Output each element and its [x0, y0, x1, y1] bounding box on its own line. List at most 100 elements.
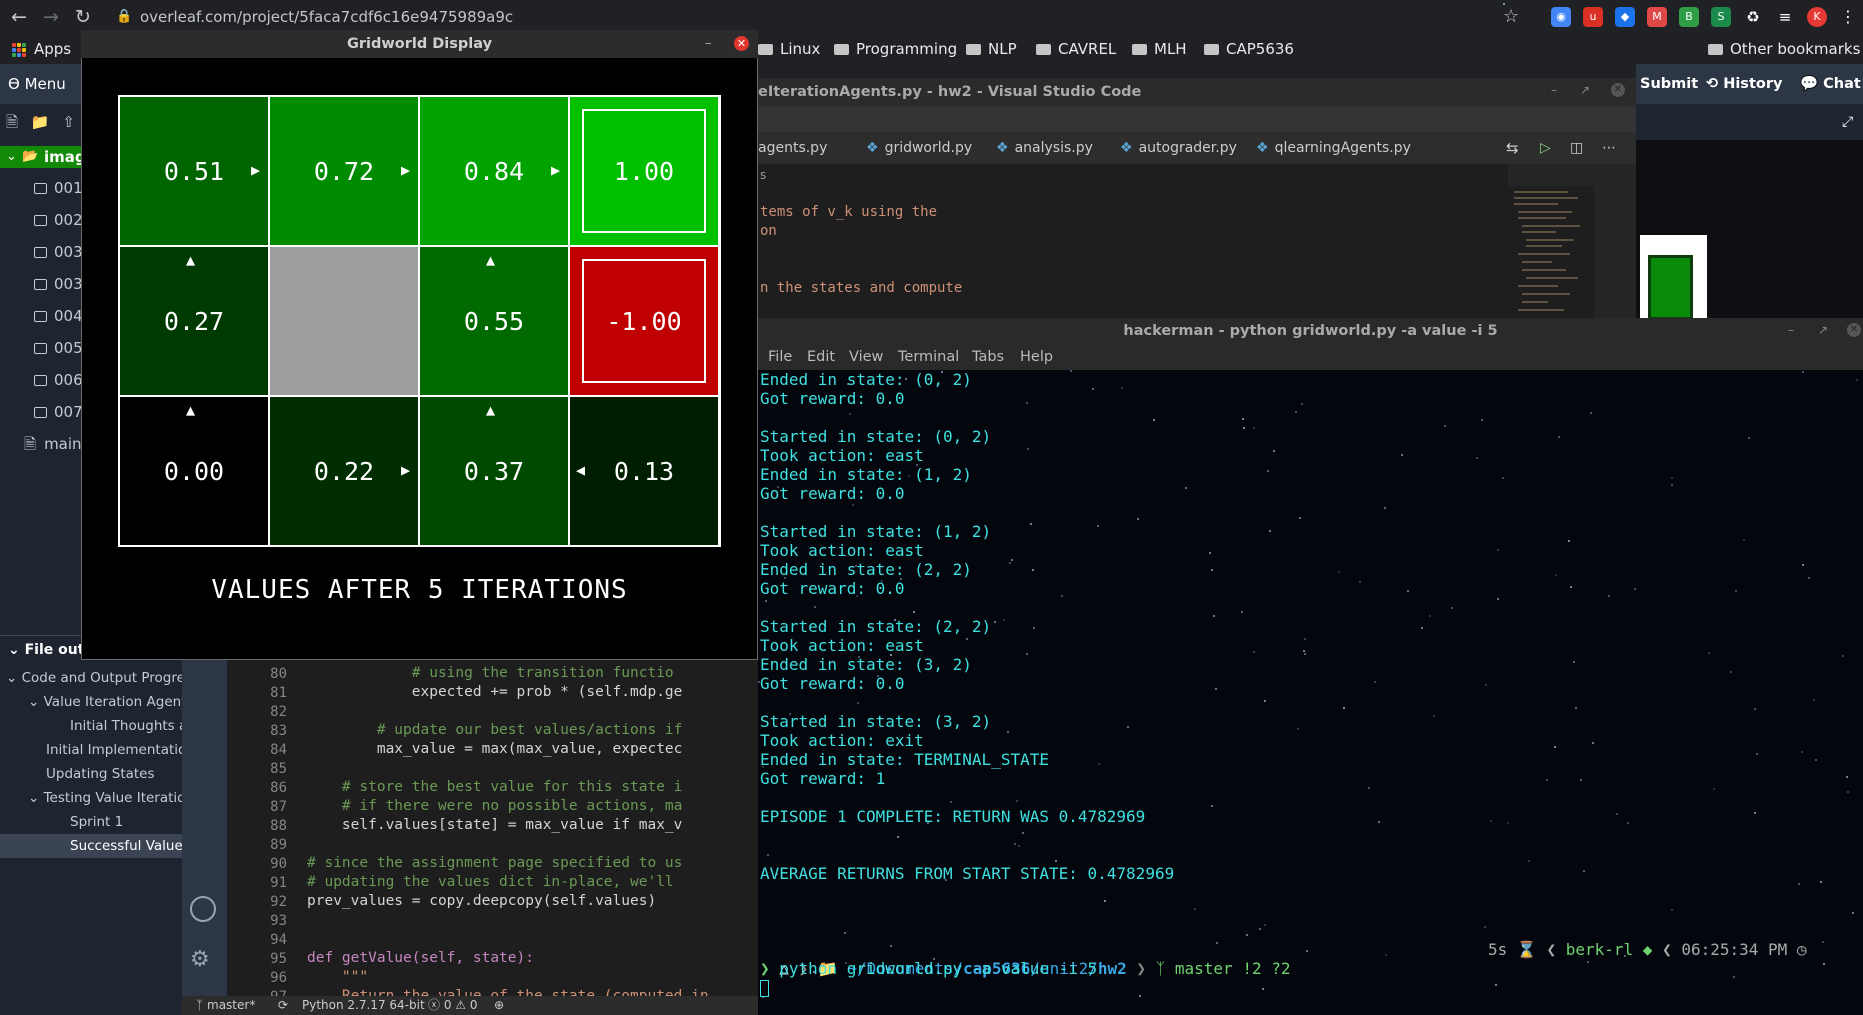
git-branch[interactable]: ᛉ master* — [196, 996, 255, 1015]
submit-button[interactable]: Submit — [1640, 64, 1698, 104]
terminal-output-line: Got reward: 0.0 — [760, 579, 905, 598]
new-file-icon[interactable]: 🗎 — [6, 113, 18, 131]
tab-gridworld[interactable]: ❖ gridworld.py — [854, 132, 984, 164]
file-tree-item[interactable]: 006 — [34, 367, 83, 393]
bookmark-apps[interactable]: Apps — [34, 34, 71, 64]
bookmark-cavrel[interactable]: CAVREL — [1036, 34, 1116, 64]
profile-avatar[interactable]: K — [1807, 7, 1827, 27]
outline-item[interactable]: Sprint 1 — [0, 810, 182, 834]
live-share-icon[interactable]: ⊕ — [494, 996, 504, 1015]
more-icon[interactable]: ⋮ — [1838, 7, 1858, 27]
bookmark-mlh[interactable]: MLH — [1132, 34, 1187, 64]
forward-icon[interactable]: → — [38, 4, 64, 30]
menu-edit[interactable]: Edit — [807, 344, 835, 370]
extension-icon[interactable]: u — [1583, 7, 1603, 27]
menu-terminal[interactable]: Terminal — [898, 344, 959, 370]
reading-list-icon[interactable]: ≡ — [1775, 7, 1795, 27]
split-editor-icon[interactable]: ◫ — [1570, 132, 1583, 164]
extension-icon[interactable]: ◉ — [1551, 7, 1571, 27]
file-tree-item[interactable]: 003 — [34, 271, 83, 297]
menu-view[interactable]: View — [849, 344, 883, 370]
back-icon[interactable]: ← — [6, 4, 32, 30]
close-icon[interactable]: ✕ — [1847, 323, 1861, 337]
expand-icon[interactable]: ⤢ — [1842, 114, 1853, 130]
file-tree-item[interactable]: 001 — [34, 175, 83, 201]
account-icon[interactable] — [190, 896, 216, 922]
branch-icon: ᛉ — [196, 998, 208, 1012]
problems-indicator[interactable]: ⓧ 0 ⚠ 0 — [428, 996, 477, 1015]
minimap-lines — [1514, 191, 1580, 311]
menu-help[interactable]: Help — [1020, 344, 1053, 370]
outline-item[interactable]: Initial Implementatio — [0, 738, 182, 762]
history-button[interactable]: ⟲ History — [1706, 64, 1782, 104]
address-bar[interactable]: 🔒 overleaf.com/project/5faca7cdf6c16e947… — [108, 3, 1519, 31]
apps-icon[interactable] — [12, 43, 26, 57]
minimap[interactable] — [1508, 186, 1594, 318]
outline-item-selected[interactable]: Successful Value I — [0, 834, 182, 858]
file-tree-item[interactable]: 🗎 main. — [24, 431, 86, 457]
file-tree-item[interactable]: 007 — [34, 399, 83, 425]
bookmark-cap5636[interactable]: CAP5636 — [1204, 34, 1294, 64]
minimize-icon[interactable]: – — [1551, 83, 1557, 97]
menu-tabs[interactable]: Tabs — [972, 344, 1004, 370]
outline-item[interactable]: Updating States — [0, 762, 182, 786]
bookmark-nlp[interactable]: NLP — [966, 34, 1017, 64]
python-interpreter[interactable]: Python 2.7.17 64-bit — [302, 996, 425, 1015]
puzzle-icon[interactable]: ♻ — [1743, 7, 1763, 27]
compare-icon[interactable]: ⇆ — [1506, 132, 1519, 164]
bookmark-programming[interactable]: Programming — [834, 34, 957, 64]
outline-item[interactable]: ⌄ Value Iteration Agent — [0, 690, 182, 714]
tab-analysis[interactable]: ❖ analysis.py — [984, 132, 1108, 164]
extension-icon[interactable]: M — [1647, 7, 1667, 27]
code-line: # since the assignment page specified to… — [307, 855, 683, 871]
file-tree-item[interactable]: 002 — [34, 207, 83, 233]
star-decoration — [1246, 934, 1248, 936]
extension-icon[interactable]: ◆ — [1615, 7, 1635, 27]
line-number: 88 — [270, 818, 287, 834]
run-icon[interactable]: ▷ — [1540, 132, 1551, 164]
reload-icon[interactable]: ↻ — [70, 4, 96, 30]
tab-agents[interactable]: agents.py — [758, 132, 854, 164]
code-line: self.values[state] = max_value if max_v — [307, 817, 683, 833]
terminal-box — [582, 109, 706, 233]
file-tree-item[interactable]: 004 — [34, 303, 83, 329]
upload-icon[interactable]: ⇧ — [62, 113, 75, 131]
file-tree-item[interactable]: 005 — [34, 335, 83, 361]
terminal-output-line: AVERAGE RETURNS FROM START STATE: 0.4782… — [760, 864, 1175, 883]
terminal-command-line[interactable]: ❯ python gridworld.py -a value -i 5 — [760, 959, 1863, 978]
extension-icon[interactable]: B — [1679, 7, 1699, 27]
file-tree-item[interactable]: 003 — [34, 239, 83, 265]
bookmark-linux[interactable]: Linux — [758, 34, 820, 64]
arrow-north-icon: ▲ — [486, 401, 496, 419]
file-outline-list: ⌄ Code and Output Progres ⌄ Value Iterat… — [0, 666, 182, 858]
terminal-output-line: Ended in state: (0, 2) — [760, 370, 972, 389]
terminal-output-line: Ended in state: (3, 2) — [760, 655, 972, 674]
minimize-icon[interactable]: – — [1788, 323, 1794, 337]
tab-qlearningagents[interactable]: ❖ qlearningAgents.py — [1244, 132, 1420, 164]
outline-item[interactable]: ⌄ Testing Value Iteratio — [0, 786, 182, 810]
minimize-icon[interactable]: – — [705, 36, 712, 51]
menu-file[interactable]: File — [768, 344, 792, 370]
outline-item[interactable]: ⌄ Code and Output Progres — [0, 666, 182, 690]
line-number: 81 — [270, 685, 287, 701]
outline-item[interactable]: Initial Thoughts an — [0, 714, 182, 738]
maximize-icon[interactable]: ↗ — [1818, 323, 1828, 337]
terminal-output-line: Ended in state: TERMINAL_STATE — [760, 750, 1049, 769]
bookmark-other[interactable]: Other bookmarks — [1708, 34, 1860, 64]
extension-icon[interactable]: S — [1711, 7, 1731, 27]
bookmark-star-icon[interactable]: ☆ — [1503, 3, 1519, 27]
pdf-page-thumbnail[interactable] — [1640, 235, 1707, 320]
more-actions-icon[interactable]: ⋯ — [1602, 132, 1616, 164]
overleaf-menu-button[interactable]: ϴ Menu — [8, 70, 66, 98]
settings-gear-icon[interactable]: ⚙ — [190, 947, 210, 972]
terminal-output-line: Got reward: 0.0 — [760, 389, 905, 408]
close-icon[interactable]: ✕ — [734, 36, 749, 51]
new-folder-icon[interactable]: 📁 — [31, 113, 50, 131]
chat-button[interactable]: 💬 Chat — [1800, 64, 1861, 104]
maximize-icon[interactable]: ↗ — [1580, 83, 1590, 97]
tab-autograder[interactable]: ❖ autograder.py — [1108, 132, 1244, 164]
sync-icon[interactable]: ⟳ — [278, 996, 288, 1015]
close-icon[interactable]: ✕ — [1611, 83, 1625, 97]
